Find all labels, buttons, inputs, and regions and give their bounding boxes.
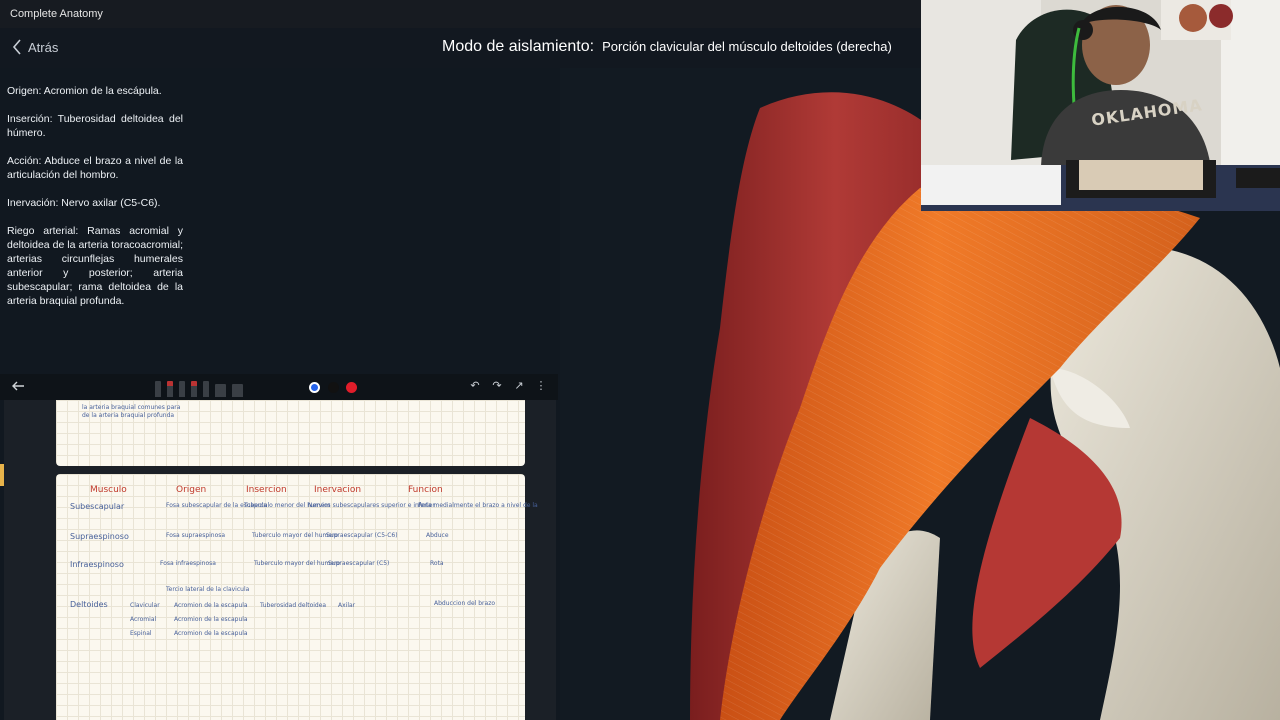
muscle-function: Rota <box>430 560 444 567</box>
handwritten-line: de la arteria braquial profunda <box>82 412 175 419</box>
origin-text: Origen: Acromion de la escápula. <box>7 85 162 97</box>
table-header: Insercion <box>246 485 287 495</box>
notes-toolbar: ↶ ↷ ↗ ⋮ <box>0 374 558 400</box>
notes-canvas[interactable]: la arteria braquial comunes para de la a… <box>4 400 556 720</box>
muscle-origin: Tercio lateral de la clavicula <box>166 586 250 593</box>
muscle-innervation: Nervios subescapulares superior e inferi… <box>308 502 435 509</box>
muscle-innervation: Supraescapular (C5-C6) <box>326 532 398 539</box>
muscle-name: Deltoides <box>70 600 108 609</box>
muscle-innervation: Axilar <box>338 602 356 609</box>
undo-icon[interactable]: ↶ <box>469 380 481 392</box>
webcam-overlay: OKLAHOMA <box>921 0 1280 211</box>
muscle-name: Infraespinoso <box>70 560 124 569</box>
table-header: Musculo <box>90 485 127 495</box>
table-header: Funcion <box>408 485 443 495</box>
mode-value: Porción clavicular del músculo deltoides… <box>602 39 892 54</box>
blood-supply-text: Riego arterial: Ramas acromial y deltoid… <box>7 225 183 307</box>
muscle-info-panel: Origen: Acromion de la escápula. Inserci… <box>7 84 183 322</box>
deltoid-part: Espinal <box>130 630 152 637</box>
mode-label: Modo de aislamiento: <box>442 38 595 55</box>
pen-icon[interactable] <box>167 381 173 397</box>
back-arrow-icon[interactable] <box>11 379 25 393</box>
back-label: Atrás <box>28 39 59 55</box>
pen-tray <box>155 377 243 397</box>
action-text: Acción: Abduce el brazo a nivel de la ar… <box>7 155 183 181</box>
pen-icon[interactable] <box>179 381 185 397</box>
muscle-name: Subescapular <box>70 502 125 511</box>
color-swatch-red[interactable] <box>346 382 357 393</box>
table-header: Inervacion <box>314 485 362 495</box>
insertion-text: Inserción: Tuberosidad deltoidea del húm… <box>7 113 183 139</box>
webcam-video <box>921 0 1280 211</box>
innervation-text: Inervación: Nervo axilar (C5-C6). <box>7 197 161 209</box>
chevron-left-icon <box>12 39 21 55</box>
muscle-origin: Fosa supraespinosa <box>166 532 226 539</box>
redo-icon[interactable]: ↷ <box>491 380 503 392</box>
deltoid-part: Acromial <box>130 616 157 623</box>
muscle-function: Abduccion del brazo <box>434 600 496 607</box>
muscle-name: Supraespinoso <box>70 532 129 541</box>
eraser-icon[interactable] <box>215 384 226 397</box>
muscle-function: Rota medialmente el brazo a nivel de la <box>418 502 538 509</box>
deltoid-part-origin: Acromion de la escapula <box>174 630 248 637</box>
muscle-function: Abduce <box>426 532 449 539</box>
back-button[interactable]: Atrás <box>12 39 58 55</box>
more-icon[interactable]: ⋮ <box>535 380 547 392</box>
eraser-icon[interactable] <box>232 384 243 397</box>
isolation-mode-title: Modo de aislamiento: Porción clavicular … <box>442 38 892 56</box>
color-swatch-black[interactable] <box>328 382 339 393</box>
pen-icon[interactable] <box>155 381 161 397</box>
note-page: la arteria braquial comunes para de la a… <box>56 400 525 466</box>
muscle-innervation: Supraescapular (C5) <box>328 560 390 567</box>
table-header: Origen <box>176 485 207 495</box>
deltoid-part: Clavicular <box>130 602 160 609</box>
deltoid-part-origin: Acromion de la escapula <box>174 602 248 609</box>
note-page: Musculo Origen Insercion Inervacion Func… <box>56 474 538 720</box>
muscle-origin: Fosa infraespinosa <box>160 560 216 567</box>
muscle-insertion: Tuberosidad deltoidea <box>260 602 327 609</box>
deltoid-part-origin: Acromion de la escapula <box>174 616 248 623</box>
pen-icon[interactable] <box>191 381 197 397</box>
color-swatch-blue[interactable] <box>309 382 320 393</box>
share-icon[interactable]: ↗ <box>513 380 525 392</box>
app-title: Complete Anatomy <box>10 8 103 20</box>
pen-icon[interactable] <box>203 381 209 397</box>
handwritten-line: la arteria braquial comunes para <box>82 404 181 411</box>
